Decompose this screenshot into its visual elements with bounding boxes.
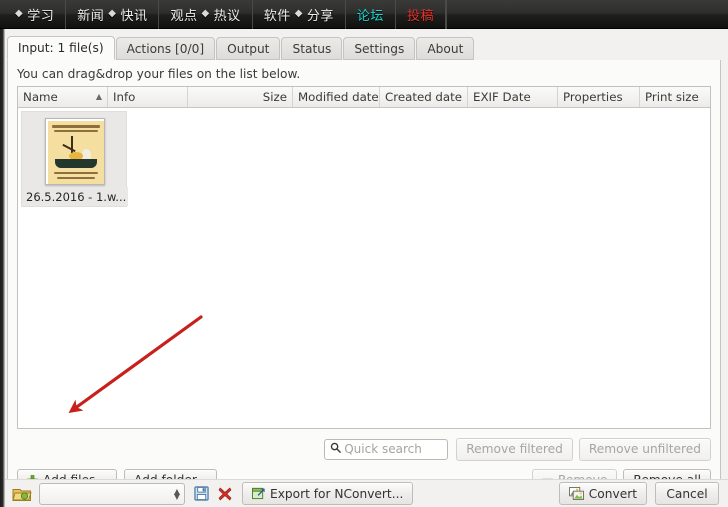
search-placeholder: Quick search [344, 442, 422, 456]
column-header-info[interactable]: Info [108, 87, 188, 107]
tab-about[interactable]: About [416, 37, 475, 60]
tab-settings[interactable]: Settings [343, 37, 416, 60]
filter-toolbar: Quick search Remove filtered Remove unfi… [17, 437, 711, 461]
column-header-created-date[interactable]: Created date [380, 87, 468, 107]
list-item[interactable]: 26.5.2016 - 1.w... [21, 111, 128, 207]
tab-label: Input: 1 file(s) [18, 41, 104, 55]
tab-status[interactable]: Status [281, 37, 343, 60]
tab-input[interactable]: Input: 1 file(s) [7, 36, 115, 60]
remove-filtered-button[interactable]: Remove filtered [456, 437, 573, 461]
export-for-nconvert-button[interactable]: Export for NConvert... [242, 482, 414, 505]
nav-item-label-2: 快讯 [120, 8, 148, 24]
column-header-name[interactable]: Name ▲ [18, 87, 108, 107]
tab-output[interactable]: Output [216, 37, 281, 60]
application-window: Input: 1 file(s) Actions [0/0] Output St… [0, 29, 728, 507]
column-header-properties[interactable]: Properties [558, 87, 640, 107]
thumbnail-artwork [48, 121, 104, 184]
nav-item-luntan[interactable]: 论坛 [346, 0, 396, 29]
nav-item-label: 观点 [170, 8, 198, 24]
column-label: Created date [385, 90, 463, 104]
site-navigation-bar: ◆ 学习 新闻 ◆ 快讯 观点 ◆ 热议 软件 ◆ 分享 论坛 投稿 [0, 0, 728, 29]
diamond-icon: ◆ [294, 7, 303, 19]
convert-button[interactable]: Convert [558, 482, 647, 505]
nav-item-label: 软件 [263, 8, 291, 24]
nav-item-label: 投稿 [406, 8, 434, 24]
convert-icon [568, 487, 584, 500]
button-label: Cancel [666, 486, 708, 501]
search-icon [330, 442, 342, 456]
diamond-icon: ◆ [15, 7, 24, 19]
nav-item-xinwen-kuaixun[interactable]: 新闻 ◆ 快讯 [66, 0, 160, 29]
column-header-exif-date[interactable]: EXIF Date [468, 87, 558, 107]
primary-action-group: Convert Cancel [558, 482, 719, 505]
nav-item-tougao[interactable]: 投稿 [396, 0, 446, 29]
bottom-toolbar: ▲ ▼ Export for NConvert... Convert Cance… [5, 479, 728, 507]
column-label: Info [113, 90, 136, 104]
tab-label: Settings [354, 41, 405, 56]
column-label: Modified date [298, 90, 379, 104]
column-label: Print size [645, 90, 699, 104]
search-input[interactable]: Quick search [324, 438, 449, 460]
diamond-icon: ◆ [108, 7, 117, 19]
cancel-button[interactable]: Cancel [655, 482, 719, 505]
nav-empty-space [445, 0, 728, 29]
column-label: EXIF Date [473, 90, 531, 104]
input-tab-page: You can drag&drop your files on the list… [7, 60, 721, 507]
list-item-label: 26.5.2016 - 1.w... [22, 187, 128, 206]
chevron-updown-icon[interactable]: ▲ ▼ [174, 487, 180, 500]
preset-combo-box[interactable]: ▲ ▼ [39, 482, 185, 505]
nav-item-label: 论坛 [356, 8, 384, 24]
button-label: Remove filtered [466, 442, 563, 456]
button-label: Export for NConvert... [270, 486, 404, 501]
nav-item-xuexi[interactable]: ◆ 学习 [0, 0, 67, 29]
export-icon [252, 487, 265, 500]
file-list[interactable]: Name ▲ Info Size Modified date Created d… [17, 86, 711, 429]
nav-item-label-2: 分享 [306, 8, 334, 24]
tab-label: Output [227, 41, 270, 56]
tab-actions[interactable]: Actions [0/0] [115, 37, 216, 60]
dragdrop-hint-text: You can drag&drop your files on the list… [17, 67, 301, 81]
file-list-body[interactable]: 26.5.2016 - 1.w... [18, 108, 710, 428]
button-label: Convert [588, 486, 637, 501]
delete-icon[interactable] [216, 485, 234, 503]
nav-item-ruanjian-fenxiang[interactable]: 软件 ◆ 分享 [253, 0, 346, 29]
column-label: Size [262, 90, 287, 104]
column-header-size[interactable]: Size [188, 87, 293, 107]
file-thumbnail [45, 118, 105, 185]
nav-item-label-2: 热议 [213, 8, 241, 24]
sort-ascending-icon: ▲ [95, 92, 102, 101]
tab-bar: Input: 1 file(s) Actions [0/0] Output St… [7, 36, 721, 61]
column-label: Properties [563, 90, 623, 104]
file-list-header: Name ▲ Info Size Modified date Created d… [18, 87, 710, 108]
diamond-icon: ◆ [201, 7, 210, 19]
save-icon[interactable] [192, 485, 210, 503]
remove-unfiltered-button[interactable]: Remove unfiltered [578, 437, 711, 461]
nav-item-guandian-reyi[interactable]: 观点 ◆ 热议 [159, 0, 253, 29]
nav-item-label: 新闻 [77, 8, 105, 24]
button-label: Remove unfiltered [588, 442, 701, 456]
column-label: Name [23, 90, 58, 104]
tab-label: About [427, 41, 464, 56]
window-left-edge [0, 29, 5, 507]
tab-label: Actions [0/0] [126, 41, 205, 56]
tab-label: Status [292, 41, 332, 56]
column-header-print-size[interactable]: Print size [640, 87, 710, 107]
nav-item-label: 学习 [27, 8, 55, 24]
open-folder-icon[interactable] [12, 485, 32, 503]
column-header-modified-date[interactable]: Modified date [293, 87, 380, 107]
